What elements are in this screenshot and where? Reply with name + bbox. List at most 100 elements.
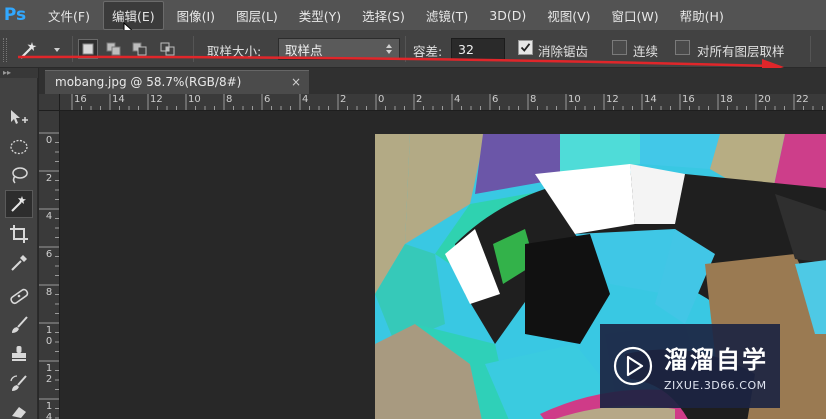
brush-tool[interactable] xyxy=(5,311,33,339)
watermark: 溜溜自学 ZIXUE.3D66.COM xyxy=(600,324,780,408)
sample-size-label: 取样大小: xyxy=(207,44,262,59)
eyedropper-tool[interactable] xyxy=(5,249,33,277)
ruler-label: 0 xyxy=(378,94,385,105)
add-selection-icon xyxy=(106,42,121,56)
clone-stamp-tool[interactable] xyxy=(5,340,33,368)
move-tool[interactable] xyxy=(5,104,33,132)
ruler-label: 16 xyxy=(682,94,695,105)
intersect-selection-icon xyxy=(160,42,175,56)
antialias-checkbox[interactable] xyxy=(518,40,533,55)
updown-arrows-icon xyxy=(386,44,392,54)
options-bar: 取样大小: 取样点 容差: 32 消除锯齿 连续 对所有图层取样 xyxy=(0,30,826,68)
divider xyxy=(72,36,73,62)
divider xyxy=(193,36,194,62)
eraser-icon xyxy=(12,407,26,418)
tolerance-label: 容差: xyxy=(413,44,443,59)
vertical-ruler[interactable]: 0 2 4 6 8 10 12 14 xyxy=(39,111,60,419)
stamp-icon xyxy=(12,346,26,361)
lasso-tool[interactable] xyxy=(5,161,33,189)
ruler-label: 14 xyxy=(45,401,53,419)
ruler-label: 22 xyxy=(796,94,809,105)
menu-layer[interactable]: 图层(L) xyxy=(228,2,286,29)
subtract-selection-icon xyxy=(132,42,147,56)
ruler-label: 10 xyxy=(188,94,201,105)
sample-all-layers-checkbox[interactable] xyxy=(675,40,690,55)
magic-wand-tool[interactable] xyxy=(5,190,33,218)
play-logo-icon xyxy=(613,346,653,386)
ruler-ticks xyxy=(71,94,823,110)
ruler-label: 10 xyxy=(568,94,581,105)
sample-size-value: 取样点 xyxy=(285,42,323,58)
healing-brush-tool[interactable] xyxy=(5,282,33,310)
ruler-label: 2 xyxy=(416,94,423,105)
antialias-label: 消除锯齿 xyxy=(538,44,589,59)
document-tab[interactable]: mobang.jpg @ 58.7%(RGB/8#) × xyxy=(45,70,309,94)
eyedropper-icon xyxy=(11,255,27,271)
contiguous-label: 连续 xyxy=(633,44,659,59)
ruler-label: 16 xyxy=(74,94,87,105)
menu-help[interactable]: 帮助(H) xyxy=(672,2,732,29)
checkmark-icon xyxy=(520,43,531,52)
ruler-label: 8 xyxy=(45,287,53,298)
ruler-label: 12 xyxy=(45,363,53,385)
brush-icon xyxy=(12,316,28,333)
ruler-label: 18 xyxy=(720,94,733,105)
ruler-origin[interactable] xyxy=(39,94,60,111)
marquee-tool[interactable] xyxy=(5,133,33,161)
subtract-selection-button[interactable] xyxy=(130,39,150,59)
close-icon[interactable]: × xyxy=(291,75,301,89)
divider xyxy=(405,36,406,62)
toolbox-collapse-handle[interactable]: ▸▸ xyxy=(0,68,38,78)
ruler-label: 12 xyxy=(150,94,163,105)
menu-select[interactable]: 选择(S) xyxy=(354,2,413,29)
ruler-label: 2 xyxy=(340,94,347,105)
ruler-label: 8 xyxy=(226,94,233,105)
options-bar-grip[interactable] xyxy=(3,38,7,62)
history-brush-tool[interactable] xyxy=(5,370,33,398)
contiguous-checkbox[interactable] xyxy=(612,40,627,55)
watermark-url: ZIXUE.3D66.COM xyxy=(664,379,767,392)
toolbox: ▸▸ xyxy=(0,68,38,419)
lasso-icon xyxy=(12,167,28,184)
photoshop-logo: Ps xyxy=(3,5,27,25)
ruler-label: 20 xyxy=(758,94,771,105)
eraser-tool[interactable] xyxy=(5,398,33,419)
ruler-label: 0 xyxy=(45,135,53,146)
menu-filter[interactable]: 滤镜(T) xyxy=(418,2,476,29)
add-selection-button[interactable] xyxy=(104,39,124,59)
chevron-down-icon xyxy=(54,48,60,52)
new-selection-button[interactable] xyxy=(78,39,98,59)
crop-icon xyxy=(10,225,28,243)
sample-all-layers-label: 对所有图层取样 xyxy=(697,44,785,59)
horizontal-ruler[interactable]: 16 14 12 10 8 6 4 2 0 2 4 6 8 10 12 14 16 18 20 22 xyxy=(60,94,826,111)
ruler-label: 10 xyxy=(45,325,53,347)
ruler-label: 6 xyxy=(492,94,499,105)
menu-type[interactable]: 类型(Y) xyxy=(291,2,349,29)
menu-file[interactable]: 文件(F) xyxy=(40,2,98,29)
ruler-label: 6 xyxy=(45,249,53,260)
ruler-label: 4 xyxy=(45,211,53,222)
sample-size-select[interactable]: 取样点 xyxy=(278,38,400,60)
intersect-selection-button[interactable] xyxy=(158,39,178,59)
ruler-label: 8 xyxy=(530,94,537,105)
ruler-label: 14 xyxy=(644,94,657,105)
menu-image[interactable]: 图像(I) xyxy=(169,2,223,29)
magic-wand-icon xyxy=(11,196,26,212)
tolerance-input[interactable]: 32 xyxy=(451,38,505,60)
menu-window[interactable]: 窗口(W) xyxy=(604,2,667,29)
watermark-title: 溜溜自学 xyxy=(664,346,768,374)
document-canvas[interactable]: 溜溜自学 ZIXUE.3D66.COM xyxy=(61,112,826,419)
new-selection-icon xyxy=(82,43,94,55)
move-icon xyxy=(11,110,28,124)
ruler-label: 6 xyxy=(264,94,271,105)
ruler-label: 12 xyxy=(606,94,619,105)
magic-wand-icon xyxy=(20,42,37,59)
ruler-label: 4 xyxy=(454,94,461,105)
ruler-label: 2 xyxy=(45,173,53,184)
document-tab-title: mobang.jpg @ 58.7%(RGB/8#) xyxy=(55,75,242,89)
crop-tool[interactable] xyxy=(5,220,33,248)
menu-view[interactable]: 视图(V) xyxy=(539,2,598,29)
menu-3d[interactable]: 3D(D) xyxy=(481,4,534,27)
history-brush-icon xyxy=(10,375,27,391)
tool-preset-picker[interactable] xyxy=(18,38,64,62)
